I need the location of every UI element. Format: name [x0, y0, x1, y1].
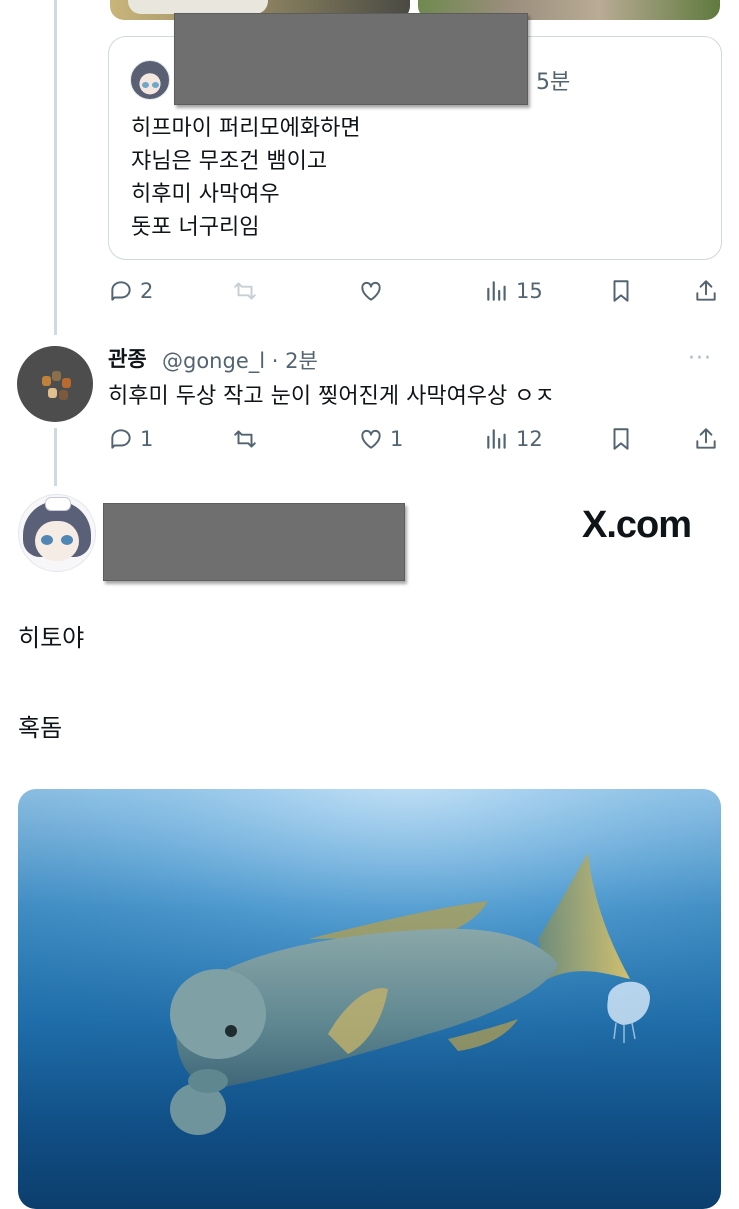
views-icon [487, 429, 506, 449]
share-icon [696, 280, 716, 301]
reply-button[interactable]: 1 [108, 426, 153, 452]
main-text-line: 히토야 [18, 624, 85, 652]
like-button[interactable] [358, 278, 384, 304]
like-icon [361, 281, 381, 301]
reply-count: 2 [140, 279, 154, 303]
like-button[interactable]: 1 [358, 426, 403, 452]
bookmark-button[interactable] [608, 426, 634, 452]
reply-author-name[interactable]: 관종 [108, 343, 147, 373]
quoted-time: · 5분 [522, 70, 571, 95]
x-com-watermark: X.com [582, 504, 692, 546]
quoted-text-line: 쟈님은 무조건 뱀이고 [131, 149, 328, 174]
views-button[interactable]: 15 [484, 278, 543, 304]
reply-button[interactable]: 2 [108, 278, 153, 304]
thread-line [54, 428, 57, 486]
views-icon [487, 281, 506, 301]
reply-avatar[interactable] [17, 346, 93, 422]
bookmark-icon [613, 428, 629, 450]
retweet-button[interactable] [232, 278, 258, 304]
quoted-text-line: 히후미 사막여우 [131, 182, 280, 207]
main-avatar[interactable] [18, 494, 96, 572]
share-icon [696, 428, 716, 449]
retweet-icon [234, 282, 256, 300]
reply-icon [111, 429, 131, 449]
more-icon[interactable]: ··· [688, 346, 712, 371]
share-button[interactable] [693, 278, 719, 304]
views-count: 12 [516, 427, 543, 451]
quoted-avatar[interactable] [130, 60, 170, 100]
views-count: 15 [516, 279, 543, 303]
like-icon [361, 429, 381, 449]
quoted-text-line: 히프마이 퍼리모에화하면 [131, 116, 361, 141]
fish-illustration [18, 789, 721, 1209]
reply-handle-time[interactable]: @gonge_l · 2분 [162, 345, 318, 375]
redaction-box [103, 503, 405, 581]
reply-text: 히후미 두상 작고 눈이 찢어진게 사막여우상 ㅇㅈ [108, 384, 555, 409]
main-text-line: 혹돔 [18, 714, 63, 742]
quoted-text-line: 돗포 너구리임 [131, 215, 260, 240]
bookmark-icon [613, 280, 629, 302]
thread-line [54, 0, 57, 335]
retweet-button[interactable] [232, 426, 258, 452]
share-button[interactable] [693, 426, 719, 452]
reply-count: 1 [140, 427, 154, 451]
bookmark-button[interactable] [608, 278, 634, 304]
like-count: 1 [390, 427, 404, 451]
views-button[interactable]: 12 [484, 426, 543, 452]
redaction-box [174, 13, 528, 105]
media-image[interactable] [18, 789, 721, 1209]
reply-icon [111, 281, 131, 301]
retweet-icon [234, 430, 256, 448]
